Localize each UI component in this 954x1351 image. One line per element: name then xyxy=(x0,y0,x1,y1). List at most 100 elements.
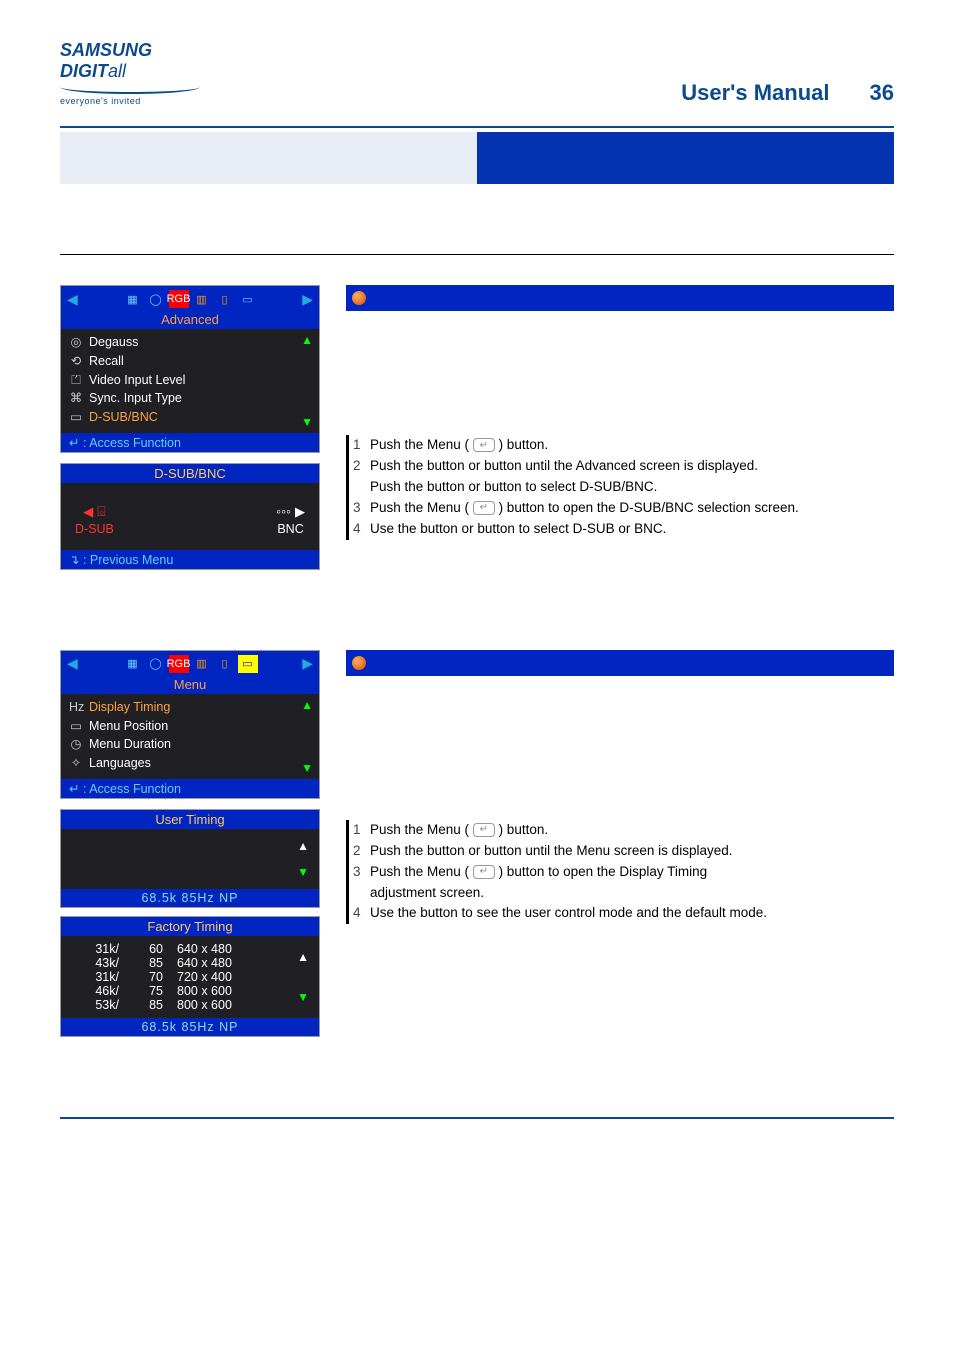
osd-dsub-bnc-panel: D-SUB/BNC ◀⌺ D-SUB ◦◦◦▶ BNC ↴ : Previous… xyxy=(60,463,320,570)
timing-hz: 70 xyxy=(133,970,163,984)
menu-item-label: Languages xyxy=(89,754,151,773)
menu-item-icon: ▭ xyxy=(69,717,83,736)
osd-menu-item[interactable]: ✧Languages xyxy=(69,754,311,773)
osd-advanced: ◀ ▦ ◯ RGB ▥ ▯ ▭ ▶ Advanced ▲ ▼ ◎ Degauss⟲… xyxy=(60,285,320,453)
divider xyxy=(60,254,894,255)
osd-tab-icon[interactable]: ▥ xyxy=(192,290,212,308)
osd-tab-icon[interactable]: ▭ xyxy=(238,655,258,673)
bnc-option[interactable]: ◦◦◦▶ BNC xyxy=(276,503,305,536)
timing-hz: 85 xyxy=(133,956,163,970)
osd-tab-icon[interactable]: ▯ xyxy=(215,290,235,308)
osd-tab-icon[interactable]: ▦ xyxy=(123,290,143,308)
osd-tab-icon[interactable]: ▭ xyxy=(238,290,258,308)
step-row: 4 Use the button or button to select D-SU… xyxy=(346,519,894,540)
step-row: 2 Push the button or button until the Men… xyxy=(346,841,894,862)
user-timing-title: User Timing xyxy=(61,810,319,829)
menu-item-label: Degauss xyxy=(89,333,138,352)
heading-dot-icon xyxy=(352,291,366,305)
step-number: 2 xyxy=(346,841,360,862)
dsub-label: D-SUB xyxy=(75,522,114,536)
osd-menu-item[interactable]: HzDisplay Timing xyxy=(69,698,311,717)
step-text: Push the button or button until the Menu… xyxy=(370,841,894,862)
menu-item-icon: ▭ xyxy=(69,408,83,427)
osd-tab-icon[interactable]: RGB xyxy=(169,655,189,673)
timing-khz: 31k/ xyxy=(79,970,119,984)
osd-footer: ↵ : Access Function xyxy=(61,433,319,452)
osd-tab-icon[interactable]: ◯ xyxy=(146,655,166,673)
osd-menu-item[interactable]: ⏍Video Input Level xyxy=(69,371,311,390)
section-heading-band xyxy=(346,650,894,676)
osd-top-label: Advanced xyxy=(61,312,319,329)
osd-nav-left-icon[interactable]: ◀ xyxy=(67,655,78,672)
osd-tab-icon[interactable]: RGB xyxy=(169,290,189,308)
select-right-icon: ▶ xyxy=(295,504,305,519)
step-number xyxy=(346,477,360,498)
step-text: Push the Menu ( ↵ ) button. xyxy=(370,820,894,841)
step-number xyxy=(346,883,360,904)
osd-footer: ↵ : Access Function xyxy=(61,779,319,798)
factory-timing-title: Factory Timing xyxy=(61,917,319,936)
step-number: 4 xyxy=(346,519,360,540)
osd-sub-footer: ↴ : Previous Menu xyxy=(61,550,319,569)
brand-suffix: all xyxy=(108,61,126,81)
timing-res: 640 x 480 xyxy=(177,942,257,956)
timing-hz: 85 xyxy=(133,998,163,1012)
timing-res: 800 x 600 xyxy=(177,998,257,1012)
osd-menu-item[interactable]: ◎ Degauss xyxy=(69,333,311,352)
manual-title: User's Manual xyxy=(681,80,829,106)
scroll-down-icon[interactable]: ▼ xyxy=(301,415,313,429)
page-number: 36 xyxy=(870,80,894,106)
osd-user-timing: User Timing ▲ ▼ 68.5k 85Hz NP xyxy=(60,809,320,908)
osd-nav-right-icon[interactable]: ▶ xyxy=(302,655,313,672)
osd-tab-icon[interactable]: ▥ xyxy=(192,655,212,673)
scroll-down-icon[interactable]: ▼ xyxy=(301,761,313,775)
step-row: 4Use the button to see the user control … xyxy=(346,903,894,924)
footer-rule xyxy=(60,1117,894,1119)
menu-item-label: Menu Position xyxy=(89,717,168,736)
bnc-connector-icon: ◦◦◦ xyxy=(276,503,291,519)
step-number: 1 xyxy=(346,820,360,841)
header-rule xyxy=(60,126,894,128)
step-text: Push the button or button to select D-SU… xyxy=(370,477,894,498)
scroll-up-icon[interactable]: ▲ xyxy=(297,950,309,964)
timing-khz: 31k/ xyxy=(79,942,119,956)
scroll-up-icon[interactable]: ▲ xyxy=(301,333,313,347)
enter-button-icon: ↵ xyxy=(473,865,495,879)
osd-menu-item[interactable]: ◷Menu Duration xyxy=(69,735,311,754)
section-dsub-bnc: ◀ ▦ ◯ RGB ▥ ▯ ▭ ▶ Advanced ▲ ▼ ◎ Degauss⟲… xyxy=(60,285,894,570)
menu-item-icon: ◎ xyxy=(69,333,83,352)
dsub-option[interactable]: ◀⌺ D-SUB xyxy=(75,503,114,536)
scroll-down-icon[interactable]: ▼ xyxy=(297,865,309,879)
timing-khz: 43k/ xyxy=(79,956,119,970)
osd-menu-item[interactable]: ▭ Menu Position xyxy=(69,717,311,736)
scroll-up-icon[interactable]: ▲ xyxy=(297,839,309,853)
menu-item-label: D-SUB/BNC xyxy=(89,408,158,427)
osd-nav-right-icon[interactable]: ▶ xyxy=(302,291,313,308)
enter-button-icon: ↵ xyxy=(473,438,495,452)
osd-menu-item[interactable]: ⌘Sync. Input Type xyxy=(69,389,311,408)
timing-hz: 60 xyxy=(133,942,163,956)
menu-item-icon: ⏍ xyxy=(69,371,83,390)
menu-item-label: Recall xyxy=(89,352,124,371)
timing-row: 31k/70 720 x 400 xyxy=(79,970,309,984)
step-row: 1Push the Menu ( ↵ ) button. xyxy=(346,435,894,456)
scroll-up-icon[interactable]: ▲ xyxy=(301,698,313,712)
step-number: 3 xyxy=(346,862,360,883)
section-heading-band xyxy=(346,285,894,311)
section-band xyxy=(60,132,894,184)
osd-tab-icon[interactable]: ▯ xyxy=(215,655,235,673)
step-text: Use the button or button to select D-SUB… xyxy=(370,519,894,540)
osd-tab-icon[interactable]: ◯ xyxy=(146,290,166,308)
step-number: 4 xyxy=(346,903,360,924)
step-text: Push the Menu ( ↵ ) button to open the D… xyxy=(370,862,894,883)
osd-tab-icon[interactable]: ▦ xyxy=(123,655,143,673)
step-row: 1 Push the Menu ( ↵ ) button. xyxy=(346,820,894,841)
osd-menu-item[interactable]: ⟲Recall xyxy=(69,352,311,371)
step-row: 2Push the button or button until the Adv… xyxy=(346,456,894,477)
osd-menu-item[interactable]: ▭ D-SUB/BNC xyxy=(69,408,311,427)
timing-res: 720 x 400 xyxy=(177,970,257,984)
logo-swoosh xyxy=(60,80,200,94)
osd-top-label: Menu xyxy=(61,677,319,694)
osd-nav-left-icon[interactable]: ◀ xyxy=(67,291,78,308)
scroll-down-icon[interactable]: ▼ xyxy=(297,990,309,1004)
